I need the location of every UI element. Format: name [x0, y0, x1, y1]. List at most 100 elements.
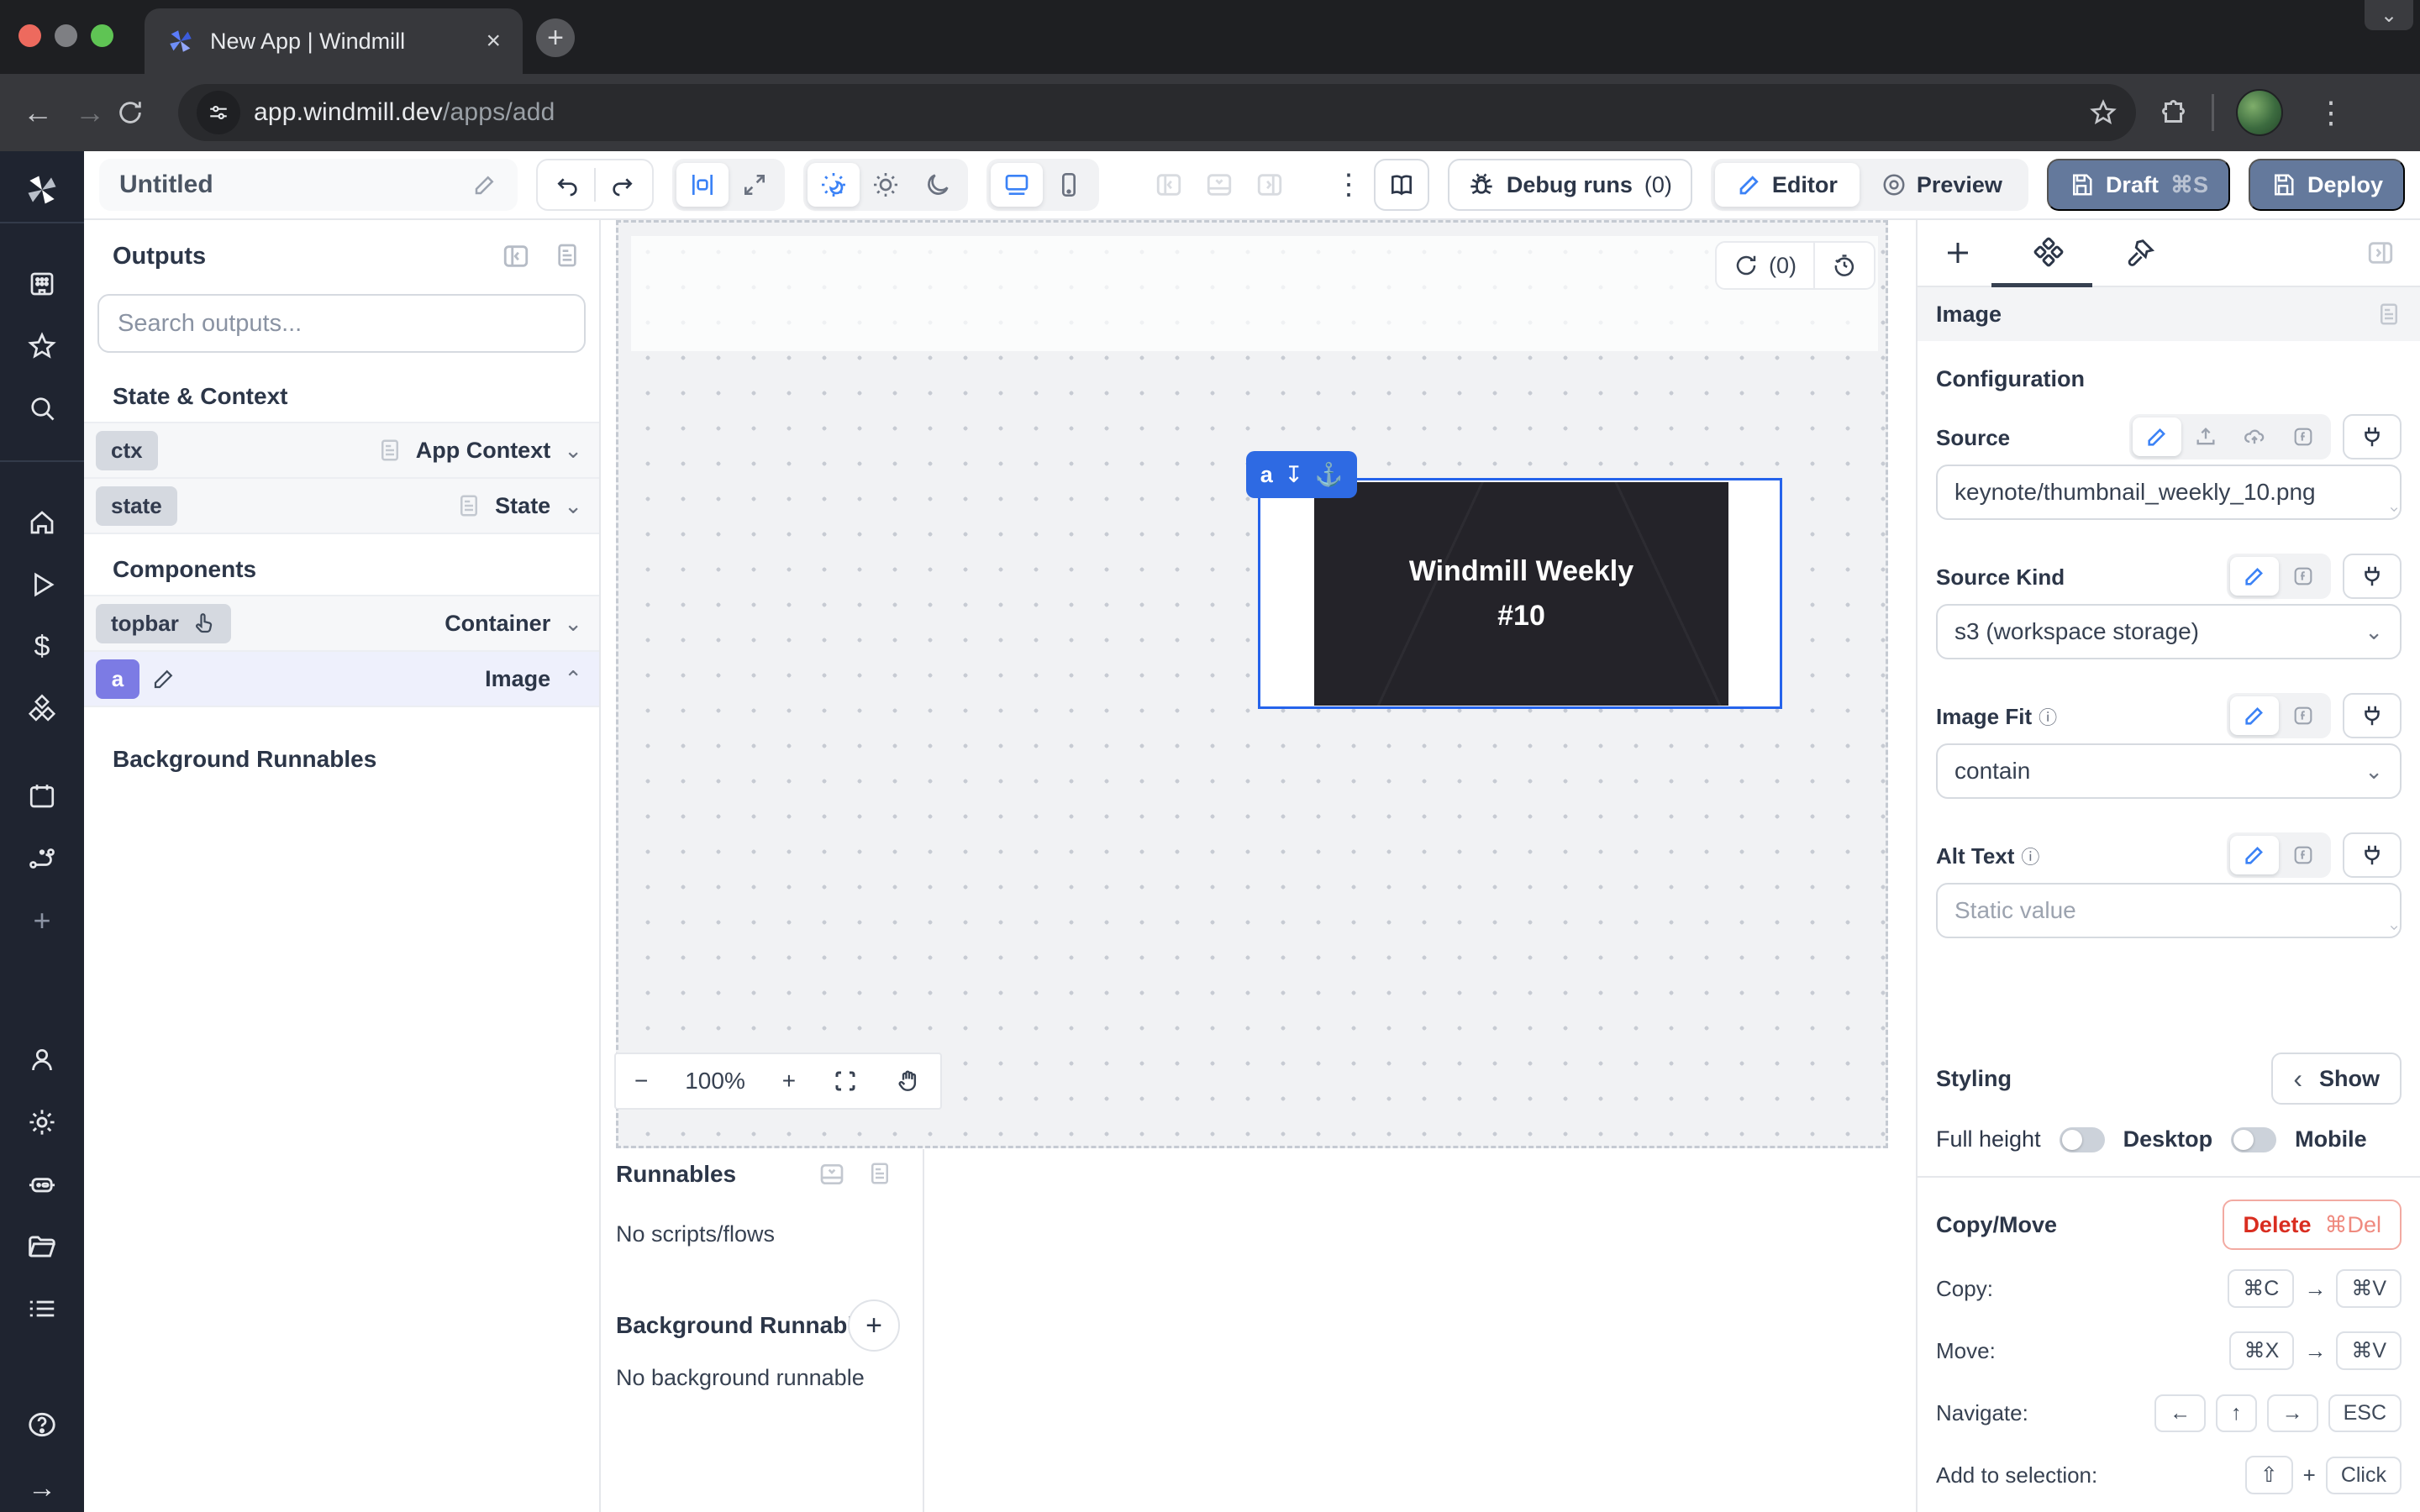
insert-component-tab[interactable]: [1943, 238, 1973, 268]
output-row-ctx[interactable]: ctx App Context ⌄: [84, 422, 599, 479]
resize-handle-icon[interactable]: ⌟: [2382, 497, 2400, 515]
source-kind-eval-mode-button[interactable]: [2279, 557, 2328, 596]
close-window-button[interactable]: [18, 24, 41, 47]
zoom-out-button[interactable]: −: [634, 1068, 648, 1095]
source-connect-button[interactable]: [2343, 414, 2402, 459]
alt-text-eval-mode-button[interactable]: [2279, 836, 2328, 874]
delete-component-button[interactable]: Delete ⌘Del: [2223, 1200, 2402, 1250]
component-doc-icon[interactable]: [2376, 302, 2402, 327]
resources-icon[interactable]: [26, 693, 58, 725]
component-a-badge[interactable]: a: [96, 659, 139, 699]
expand-sidebar-icon[interactable]: →: [28, 1473, 56, 1505]
alt-text-connect-button[interactable]: [2343, 832, 2402, 878]
runs-icon[interactable]: [27, 570, 57, 600]
component-row-a-selected[interactable]: a Image ⌃: [84, 650, 599, 707]
windmill-logo[interactable]: [24, 171, 60, 208]
topbar-expand-icon[interactable]: ⌄: [564, 611, 582, 637]
debug-runs-button[interactable]: Debug runs (0): [1448, 159, 1692, 211]
toggle-right-panel-icon[interactable]: [1255, 171, 1284, 199]
search-icon[interactable]: [27, 393, 57, 423]
draft-button[interactable]: Draft ⌘S: [2047, 159, 2230, 211]
refresh-components-button[interactable]: (0): [1717, 243, 1813, 288]
app-name-field[interactable]: Untitled: [99, 159, 518, 211]
full-width-layout-button[interactable]: [729, 163, 781, 207]
history-button[interactable]: [1815, 243, 1874, 288]
fit-view-button[interactable]: [833, 1068, 858, 1094]
state-badge[interactable]: state: [96, 486, 177, 526]
window-controls[interactable]: [18, 24, 113, 47]
new-tab-button[interactable]: +: [536, 18, 575, 57]
back-button[interactable]: ←: [12, 95, 64, 130]
preview-tab[interactable]: Preview: [1860, 163, 2024, 207]
variables-icon[interactable]: $: [34, 631, 50, 664]
reload-button[interactable]: [116, 98, 168, 127]
alt-text-info-icon[interactable]: ⓘ: [2021, 843, 2039, 869]
image-component-selected[interactable]: Windmill Weekly #10: [1258, 478, 1782, 709]
zoom-in-button[interactable]: +: [782, 1068, 796, 1095]
alt-text-resize-handle-icon[interactable]: ⌟: [2382, 916, 2400, 933]
browser-tab[interactable]: New App | Windmill ×: [145, 8, 523, 74]
toggle-bottom-panel-icon[interactable]: [1205, 171, 1234, 199]
deploy-button[interactable]: Deploy: [2249, 159, 2405, 211]
source-s3-mode-button[interactable]: [2230, 417, 2279, 456]
site-info-icon[interactable]: [197, 91, 240, 134]
anchor-icon[interactable]: ⚓: [1315, 461, 1344, 488]
profile-avatar[interactable]: [2236, 89, 2283, 136]
full-height-desktop-toggle[interactable]: [2060, 1127, 2105, 1152]
forward-button[interactable]: →: [64, 95, 116, 130]
fill-height-icon[interactable]: ↧: [1284, 462, 1303, 488]
folders-icon[interactable]: [26, 1231, 58, 1263]
minimize-window-button[interactable]: [55, 24, 77, 47]
help-icon[interactable]: [26, 1409, 58, 1441]
bookmark-star-icon[interactable]: [2089, 98, 2118, 127]
image-fit-eval-mode-button[interactable]: [2279, 696, 2328, 735]
alt-text-static-mode-button[interactable]: [2230, 836, 2279, 874]
source-eval-mode-button[interactable]: [2279, 417, 2328, 456]
image-fit-static-mode-button[interactable]: [2230, 696, 2279, 735]
image-fit-connect-button[interactable]: [2343, 693, 2402, 738]
image-fit-info-icon[interactable]: ⓘ: [2039, 703, 2057, 730]
add-menu-icon[interactable]: +: [33, 903, 50, 938]
close-tab-icon[interactable]: ×: [486, 27, 501, 55]
component-settings-tab[interactable]: [2032, 236, 2065, 270]
extensions-icon[interactable]: [2160, 97, 2190, 128]
component-row-topbar[interactable]: topbar Container ⌄: [84, 595, 599, 652]
workers-icon[interactable]: [26, 1168, 58, 1200]
ctx-badge[interactable]: ctx: [96, 431, 158, 470]
workspace-icon[interactable]: [27, 269, 57, 299]
edit-name-icon[interactable]: [472, 172, 497, 197]
schedules-icon[interactable]: [27, 781, 57, 811]
output-row-state[interactable]: state State ⌄: [84, 477, 599, 534]
ctx-expand-icon[interactable]: ⌄: [564, 438, 582, 464]
centered-layout-button[interactable]: [676, 163, 729, 207]
source-kind-static-mode-button[interactable]: [2230, 557, 2279, 596]
rename-component-icon[interactable]: [151, 666, 176, 691]
topbar-container-component[interactable]: [631, 236, 1878, 351]
outputs-doc-icon[interactable]: [554, 242, 581, 270]
app-canvas[interactable]: a ↧ ⚓ Windmill Weekly #10 (0): [616, 220, 1888, 1148]
undo-button[interactable]: [542, 163, 594, 207]
source-kind-select[interactable]: s3 (workspace storage) ⌄: [1936, 604, 2402, 659]
css-editor-tab[interactable]: [2124, 237, 2156, 269]
alt-text-input[interactable]: Static value ⌟: [1936, 883, 2402, 938]
collapse-runnables-panel-icon[interactable]: [818, 1161, 845, 1188]
light-theme-button[interactable]: [860, 163, 912, 207]
audit-logs-icon[interactable]: [26, 1293, 58, 1325]
editor-tab[interactable]: Editor: [1715, 163, 1860, 207]
browser-menu-icon[interactable]: ⋮: [2305, 95, 2357, 130]
mobile-view-button[interactable]: [1043, 163, 1095, 207]
show-styling-button[interactable]: ‹ Show: [2271, 1053, 2402, 1105]
source-upload-mode-button[interactable]: [2181, 417, 2230, 456]
topbar-badge[interactable]: topbar: [96, 604, 231, 643]
tab-search-button[interactable]: ⌄: [2365, 0, 2413, 30]
pan-tool-button[interactable]: [895, 1068, 922, 1095]
state-expand-icon[interactable]: ⌄: [564, 493, 582, 519]
source-static-mode-button[interactable]: [2133, 417, 2181, 456]
routes-icon[interactable]: [27, 843, 57, 874]
runnables-doc-icon[interactable]: [867, 1161, 892, 1188]
search-outputs-input[interactable]: Search outputs...: [97, 294, 586, 353]
selected-component-toolbar[interactable]: a ↧ ⚓: [1246, 451, 1357, 498]
users-icon[interactable]: [27, 1045, 57, 1075]
zoom-window-button[interactable]: [91, 24, 113, 47]
add-background-runnable-button[interactable]: +: [848, 1299, 900, 1352]
